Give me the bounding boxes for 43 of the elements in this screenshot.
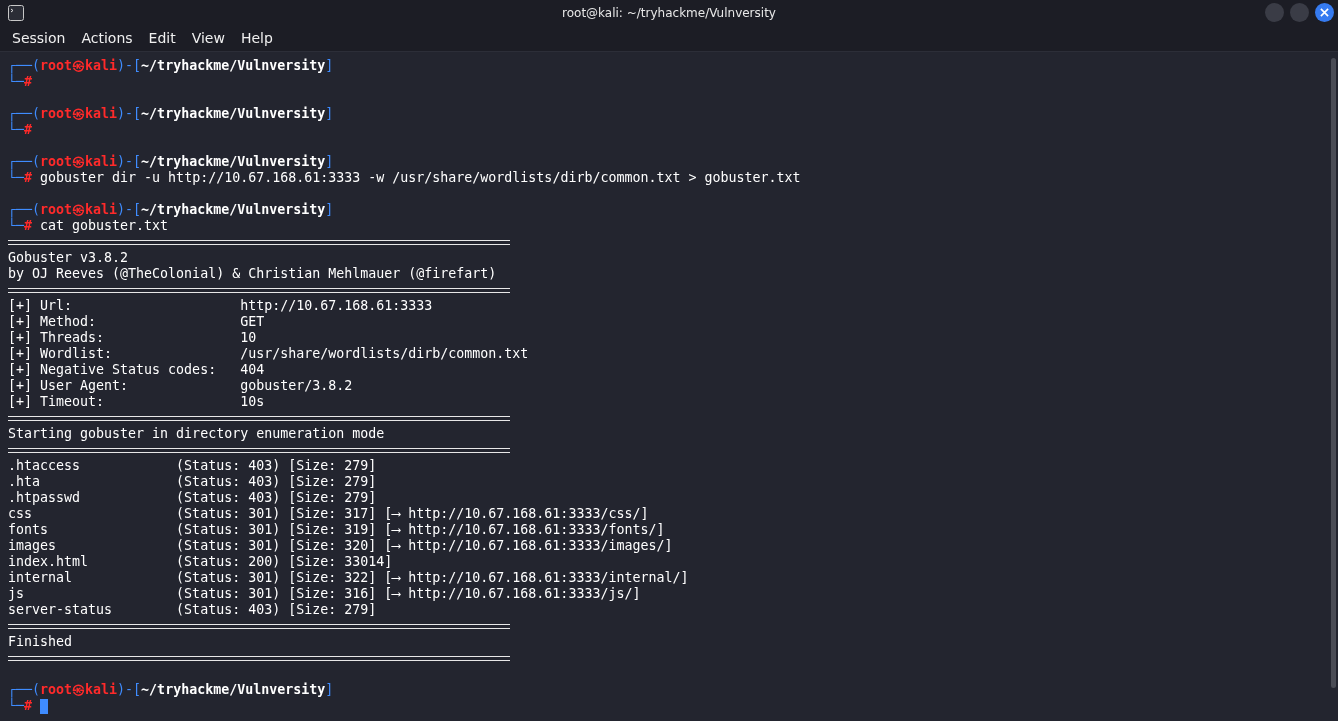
command-line: └─# bbox=[8, 698, 33, 714]
output-line: Finished bbox=[8, 634, 73, 650]
menu-item[interactable]: Actions bbox=[73, 30, 141, 46]
output-line: [+] Method: GET bbox=[8, 314, 265, 330]
output-line: fonts (Status: 301) [Size: 319] [⟶ http://10.67.168.61:3333/fonts/] bbox=[8, 522, 665, 538]
command-line: └─# bbox=[8, 74, 33, 90]
output-line: by OJ Reeves (@TheColonial) & Christian Mehlmauer (@firefart) bbox=[8, 266, 497, 282]
maximize-button[interactable] bbox=[1290, 3, 1309, 22]
output-line: [+] Negative Status codes: 404 bbox=[8, 362, 265, 378]
output-line: [+] Timeout: 10s bbox=[8, 394, 265, 410]
output-line: [+] User Agent: gobuster/3.8.2 bbox=[8, 378, 353, 394]
output-line: internal (Status: 301) [Size: 322] [⟶ http://10.67.168.61:3333/internal/] bbox=[8, 570, 689, 586]
output-line: Starting gobuster in directory enumeration mode bbox=[8, 426, 385, 442]
output-line: .hta (Status: 403) [Size: 279] bbox=[8, 474, 377, 490]
menu-item[interactable]: Session bbox=[4, 30, 74, 46]
command-line: └─# bbox=[8, 122, 33, 138]
output-line: server-status (Status: 403) [Size: 279] bbox=[8, 602, 377, 618]
prompt-line: ┌──(root㉿kali)-[~/tryhackme/Vulnversity] bbox=[8, 58, 334, 74]
output-line: Gobuster v3.8.2 bbox=[8, 250, 129, 266]
output-line: .htpasswd (Status: 403) [Size: 279] bbox=[8, 490, 377, 506]
menu-item[interactable]: Edit bbox=[140, 30, 184, 46]
minimize-button[interactable] bbox=[1265, 3, 1284, 22]
scrollbar[interactable] bbox=[1331, 58, 1336, 688]
terminal-icon bbox=[8, 4, 24, 21]
close-button[interactable] bbox=[1315, 3, 1334, 22]
output-line: [+] Threads: 10 bbox=[8, 330, 257, 346]
output-line: images (Status: 301) [Size: 320] [⟶ http://10.67.168.61:3333/images/] bbox=[8, 538, 673, 554]
output-line: index.html (Status: 200) [Size: 33014] bbox=[8, 554, 393, 570]
menu-item[interactable]: Help bbox=[232, 30, 281, 46]
close-icon bbox=[1320, 8, 1329, 17]
output-line: [+] Wordlist: /usr/share/wordlists/dirb/common.txt bbox=[8, 346, 529, 362]
command-line: └─# cat gobuster.txt bbox=[8, 218, 169, 234]
output-line: [+] Url: http://10.67.168.61:3333 bbox=[8, 298, 433, 314]
output-line: .htaccess (Status: 403) [Size: 279] bbox=[8, 458, 377, 474]
output-line: css (Status: 301) [Size: 317] [⟶ http://10.67.168.61:3333/css/] bbox=[8, 506, 649, 522]
window-title: root@kali: ~/tryhackme/Vulnversity bbox=[562, 5, 776, 20]
command-line: └─# gobuster dir -u http://10.67.168.61:3333 -w /usr/share/wordlists/dirb/common.txt > gobuster.txt bbox=[8, 170, 801, 186]
output-line: js (Status: 301) [Size: 316] [⟶ http://10.67.168.61:3333/js/] bbox=[8, 586, 641, 602]
prompt-line: ┌──(root㉿kali)-[~/tryhackme/Vulnversity] bbox=[8, 154, 334, 170]
prompt-line: ┌──(root㉿kali)-[~/tryhackme/Vulnversity] bbox=[8, 202, 334, 218]
prompt-line: ┌──(root㉿kali)-[~/tryhackme/Vulnversity] bbox=[8, 106, 334, 122]
prompt-line: ┌──(root㉿kali)-[~/tryhackme/Vulnversity] bbox=[8, 682, 334, 698]
menu-item[interactable]: View bbox=[183, 30, 233, 46]
